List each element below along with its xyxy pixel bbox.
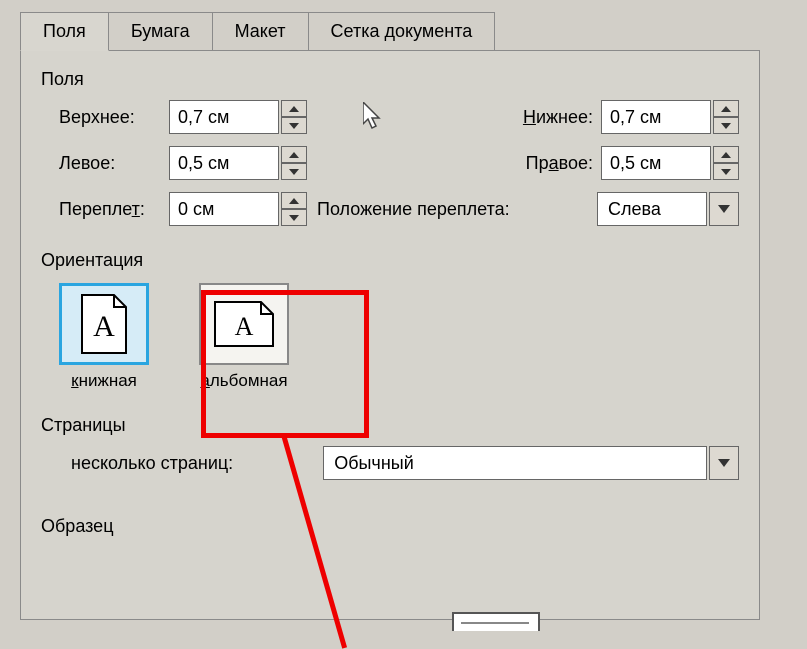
margin-left-up[interactable]: [281, 146, 307, 163]
panel-fields: Поля Верхнее: 0,7 см Нижнее: 0,7 см: [20, 50, 760, 620]
orientation-landscape-icon[interactable]: A: [199, 283, 289, 365]
orientation-landscape-label: альбомная: [200, 371, 287, 391]
tab-bar: Поля Бумага Макет Сетка документа: [20, 12, 760, 51]
margin-top-spinner[interactable]: 0,7 см: [169, 100, 307, 134]
margin-left-label: Левое:: [59, 153, 169, 174]
svg-text:A: A: [93, 310, 115, 343]
margin-bottom-spinner[interactable]: 0,7 см: [601, 100, 739, 134]
margin-bottom-label: Нижнее:: [503, 107, 593, 128]
group-margins-label: Поля: [41, 69, 739, 90]
gutter-position-toggle[interactable]: [709, 192, 739, 226]
margin-left-value[interactable]: 0,5 см: [169, 146, 279, 180]
group-orientation-label: Ориентация: [41, 250, 739, 271]
gutter-value[interactable]: 0 см: [169, 192, 279, 226]
gutter-down[interactable]: [281, 209, 307, 226]
gutter-up[interactable]: [281, 192, 307, 209]
gutter-label: Переплет:: [59, 199, 169, 220]
multi-pages-value[interactable]: Обычный: [323, 446, 707, 480]
margin-left-down[interactable]: [281, 163, 307, 180]
margin-left-spinner[interactable]: 0,5 см: [169, 146, 307, 180]
margin-right-value[interactable]: 0,5 см: [601, 146, 711, 180]
margin-top-value[interactable]: 0,7 см: [169, 100, 279, 134]
margin-right-label: Правое:: [503, 153, 593, 174]
group-preview-label: Образец: [41, 516, 739, 537]
margin-right-spinner[interactable]: 0,5 см: [601, 146, 739, 180]
gutter-position-label: Положение переплета:: [317, 199, 510, 220]
margin-top-label: Верхнее:: [59, 107, 169, 128]
margin-top-up[interactable]: [281, 100, 307, 117]
svg-text:A: A: [235, 312, 254, 341]
group-pages-label: Страницы: [41, 415, 739, 436]
tab-grid[interactable]: Сетка документа: [308, 12, 496, 51]
orientation-portrait-label: книжная: [71, 371, 137, 391]
tab-layout[interactable]: Макет: [212, 12, 309, 51]
multi-pages-label: несколько страниц:: [71, 453, 233, 474]
orientation-portrait[interactable]: A книжная: [59, 283, 149, 391]
tab-fields[interactable]: Поля: [20, 12, 109, 51]
margin-right-down[interactable]: [713, 163, 739, 180]
margin-top-down[interactable]: [281, 117, 307, 134]
margin-bottom-value[interactable]: 0,7 см: [601, 100, 711, 134]
multi-pages-dropdown[interactable]: Обычный: [323, 446, 739, 480]
gutter-spinner[interactable]: 0 см: [169, 192, 307, 226]
gutter-position-dropdown[interactable]: Слева: [597, 192, 739, 226]
orientation-portrait-icon[interactable]: A: [59, 283, 149, 365]
orientation-landscape[interactable]: A альбомная: [199, 283, 289, 391]
margin-bottom-up[interactable]: [713, 100, 739, 117]
multi-pages-toggle[interactable]: [709, 446, 739, 480]
tab-paper[interactable]: Бумага: [108, 12, 213, 51]
margin-bottom-down[interactable]: [713, 117, 739, 134]
gutter-position-value[interactable]: Слева: [597, 192, 707, 226]
preview-page-icon: [451, 611, 541, 631]
margin-right-up[interactable]: [713, 146, 739, 163]
